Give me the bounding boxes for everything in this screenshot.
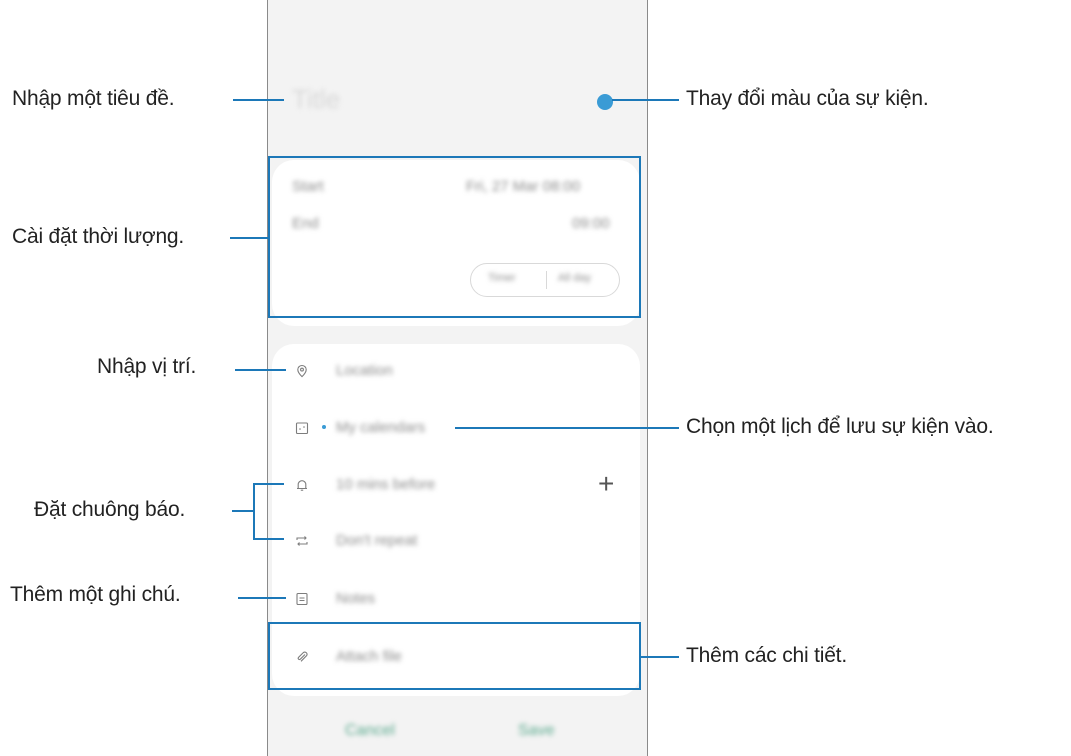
duration-highlight <box>268 156 641 318</box>
callout-notes: Thêm một ghi chú. <box>10 583 181 606</box>
repeat-select[interactable]: Don't repeat <box>336 532 417 549</box>
callout-calendar-line <box>455 427 679 429</box>
callout-duration-line <box>230 237 268 239</box>
cancel-button[interactable]: Cancel <box>345 722 395 740</box>
calendar-icon <box>295 422 309 435</box>
calendar-color-dot <box>322 425 326 429</box>
callout-alarm-bracket-bottom <box>253 538 284 540</box>
callout-title: Nhập một tiêu đề. <box>12 87 175 110</box>
location-input[interactable]: Location <box>336 362 393 379</box>
location-pin-icon <box>297 364 307 378</box>
save-button[interactable]: Save <box>518 722 554 740</box>
callout-details: Thêm các chi tiết. <box>686 644 847 667</box>
callout-location: Nhập vị trí. <box>97 355 197 378</box>
callout-location-line <box>235 369 286 371</box>
callout-alarm: Đặt chuông báo. <box>34 498 186 521</box>
event-color-button[interactable] <box>597 94 613 110</box>
callout-alarm-bracket <box>253 483 255 539</box>
callout-details-line <box>640 656 679 658</box>
alarm-select[interactable]: 10 mins before <box>336 476 435 493</box>
details-highlight <box>268 622 641 690</box>
notes-icon <box>296 592 308 606</box>
callout-color: Thay đổi màu của sự kiện. <box>686 87 929 110</box>
callout-alarm-bracket-top <box>253 483 284 485</box>
callout-title-line <box>233 99 284 101</box>
callout-alarm-line <box>232 510 254 512</box>
repeat-icon <box>296 536 308 546</box>
callout-color-line <box>612 99 679 101</box>
notes-input[interactable]: Notes <box>336 590 375 607</box>
callout-duration: Cài đặt thời lượng. <box>12 225 185 248</box>
add-alarm-icon[interactable]: + <box>598 470 614 498</box>
bell-icon <box>297 480 307 491</box>
callout-notes-line <box>238 597 286 599</box>
callout-calendar: Chọn một lịch để lưu sự kiện vào. <box>686 415 994 438</box>
title-input[interactable]: Title <box>292 84 340 115</box>
calendar-select[interactable]: My calendars <box>336 419 425 436</box>
